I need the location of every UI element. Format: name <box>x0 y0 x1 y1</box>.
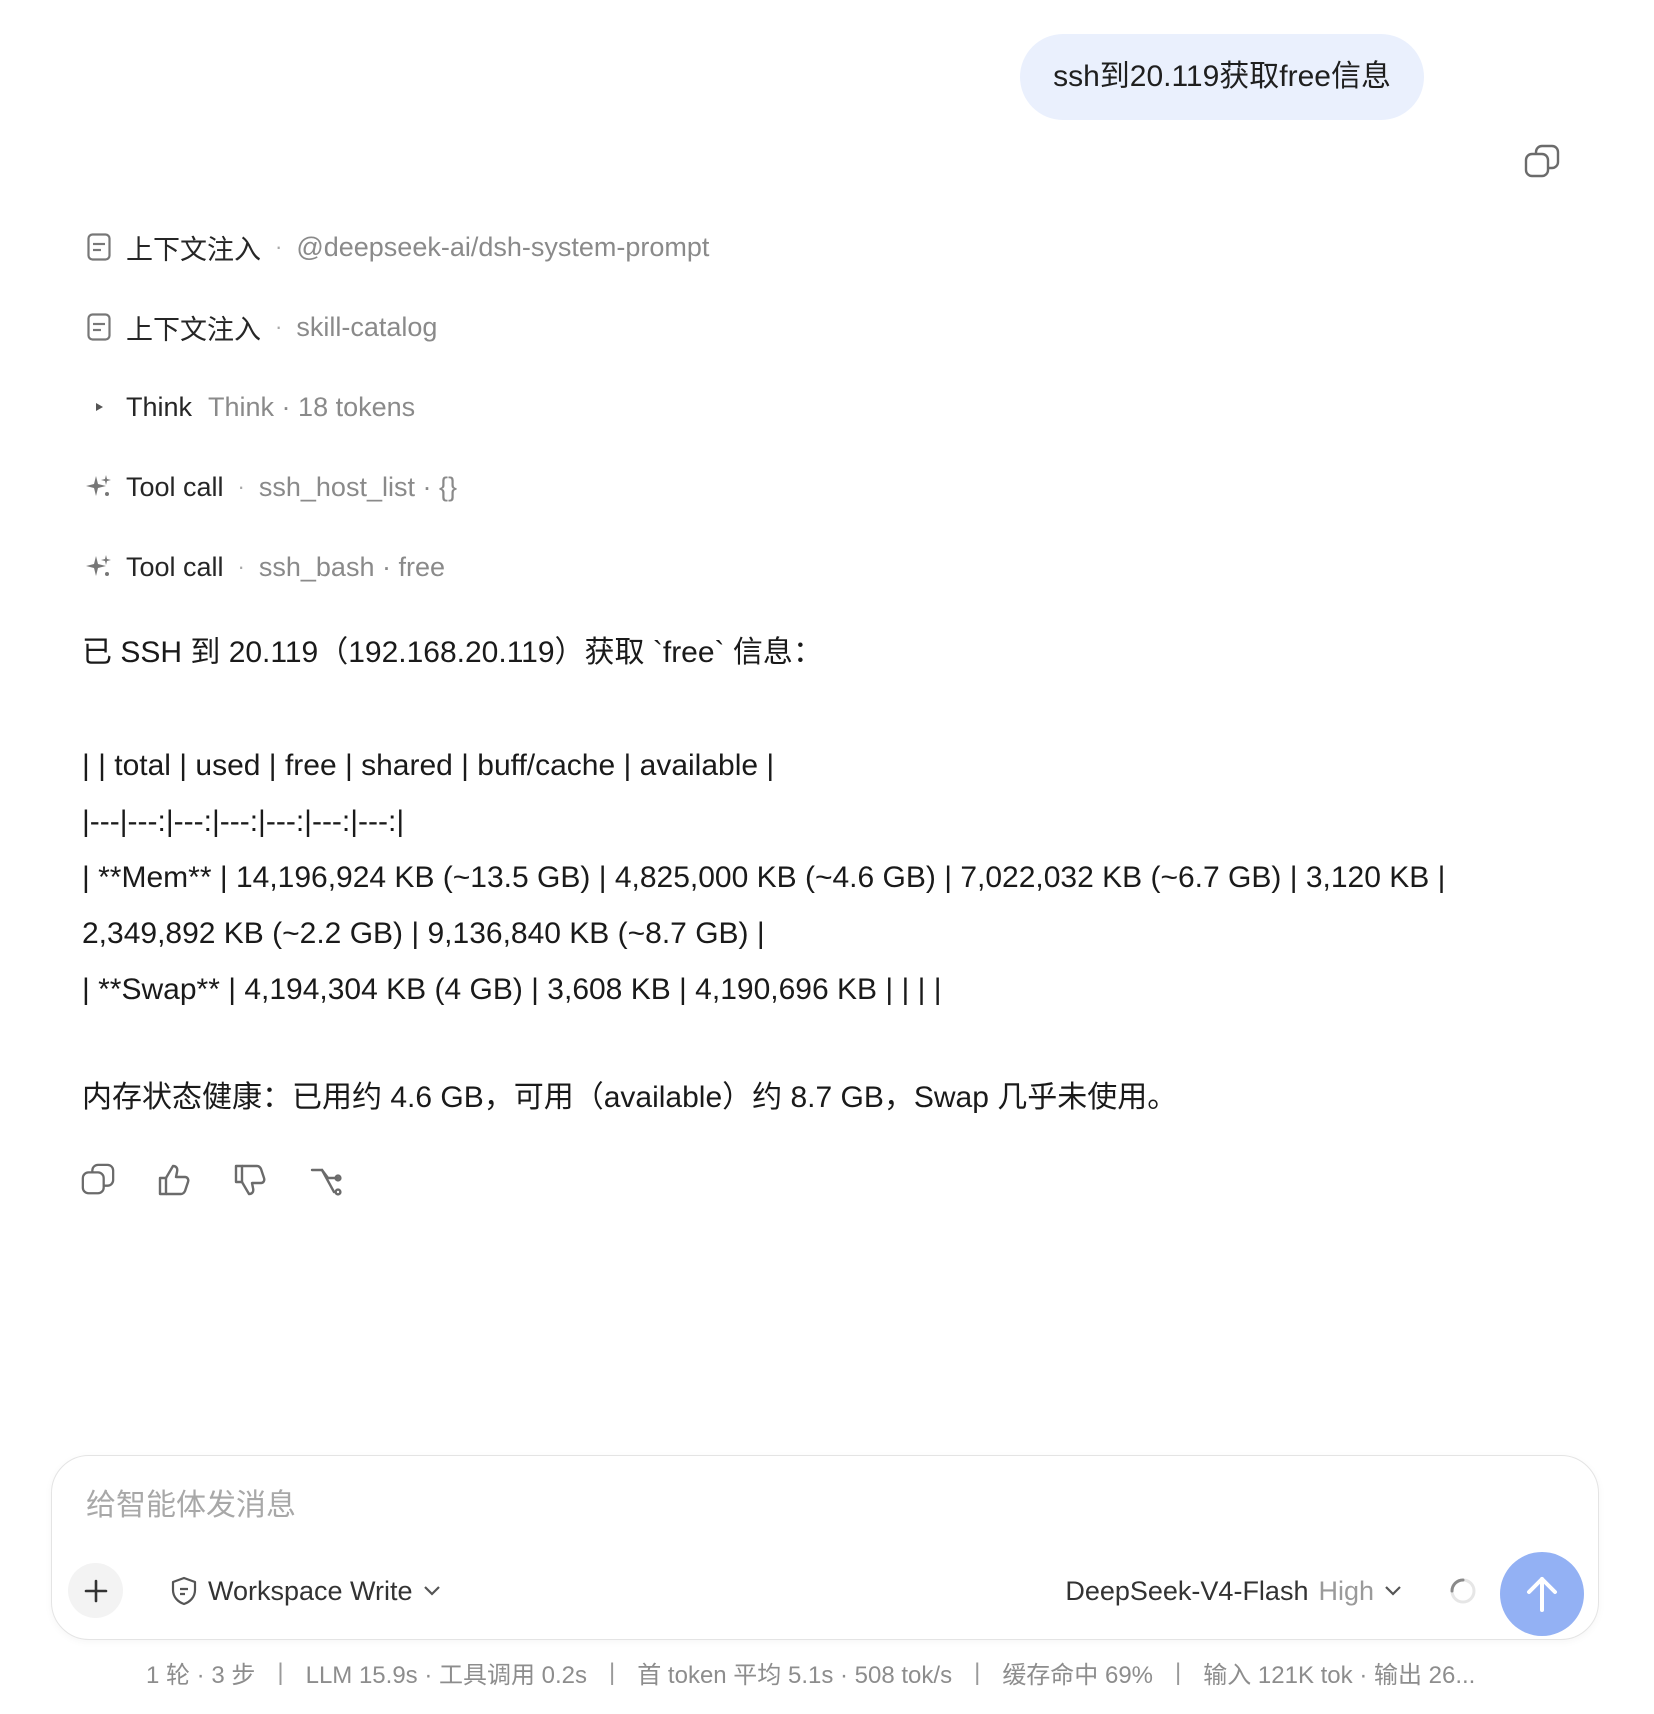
document-icon <box>84 312 114 342</box>
permission-mode-dropdown[interactable]: Workspace Write <box>170 1569 441 1613</box>
trace-detail: ssh_bash · free <box>258 551 445 582</box>
thumbs-up-icon <box>158 1164 190 1196</box>
sparkle-icon <box>84 552 114 582</box>
document-icon <box>84 232 114 262</box>
trace-separator-dot: · <box>237 554 245 579</box>
trace-detail: @deepseek-ai/dsh-system-prompt <box>296 231 710 262</box>
run-stats-bar: 1 轮 · 3 步 | LLM 15.9s · 工具调用 0.2s | 首 to… <box>146 1655 1475 1690</box>
trace-kind-label: 上下文注入 <box>126 234 261 265</box>
trace-detail: skill-catalog <box>296 311 438 342</box>
copy-icon <box>81 1163 115 1195</box>
permission-mode-label: Workspace Write <box>208 1575 413 1606</box>
stats-divider: | <box>1175 1658 1182 1686</box>
stats-token-io: 输入 121K tok · 输出 26... <box>1203 1662 1476 1689</box>
trace-kind-label: 上下文注入 <box>126 314 261 345</box>
trace-kind-label: Think <box>126 391 193 422</box>
table-line: | | total | used | free | shared | buff/… <box>82 749 775 782</box>
chevron-down-icon <box>1385 1586 1401 1596</box>
thumbs-up-button[interactable] <box>154 1160 194 1200</box>
shield-edit-icon <box>171 1576 197 1606</box>
assistant-answer-summary: 内存状态健康：已用约 4.6 GB，可用（available）约 8.7 GB，… <box>82 1072 1562 1116</box>
sparkle-icon <box>84 472 114 502</box>
copy-icon <box>1524 144 1560 178</box>
branch-button[interactable] <box>306 1160 346 1200</box>
stats-cache-hit: 缓存命中 69% <box>1002 1662 1154 1689</box>
arrow-up-icon <box>1527 1577 1557 1612</box>
trace-row-tool-call-host-list[interactable]: Tool call · ssh_host_list · {} <box>84 467 457 507</box>
stats-first-token: 首 token 平均 5.1s · 508 tok/s <box>637 1662 953 1689</box>
trace-separator-dot: · <box>237 474 245 499</box>
trace-separator-dot: · <box>275 314 283 339</box>
assistant-answer-table: | | total | used | free | shared | buff/… <box>82 738 1562 1018</box>
assistant-answer-intro: 已 SSH 到 20.119（192.168.20.119）获取 `free` … <box>82 627 1562 671</box>
branch-icon <box>310 1168 342 1196</box>
thumbs-down-button[interactable] <box>230 1160 270 1200</box>
answer-intro-text: 已 SSH 到 20.119（192.168.20.119）获取 `free` … <box>82 636 823 669</box>
copy-message-button[interactable] <box>1523 143 1561 181</box>
stats-divider: | <box>277 1658 284 1686</box>
add-attachment-button[interactable] <box>68 1563 123 1618</box>
send-button[interactable] <box>1500 1552 1584 1636</box>
copy-answer-button[interactable] <box>78 1160 118 1200</box>
message-input[interactable] <box>84 1480 1568 1532</box>
trace-detail: ssh_host_list · {} <box>258 471 457 502</box>
trace-kind-label: Tool call <box>126 551 224 582</box>
stats-divider: | <box>974 1658 981 1686</box>
table-line: |---|---:|---:|---:|---:|---:|---:| <box>82 805 405 838</box>
thumbs-down-icon <box>234 1164 266 1196</box>
stats-divider: | <box>609 1658 616 1686</box>
table-line: | **Swap** | 4,194,304 KB (4 GB) | 3,608… <box>82 973 942 1006</box>
model-name: DeepSeek-V4-Flash <box>1065 1575 1309 1606</box>
trace-row-think[interactable]: Think Think · 18 tokens <box>84 387 415 427</box>
stats-llm-time: LLM 15.9s · 工具调用 0.2s <box>305 1662 588 1689</box>
user-message-bubble: ssh到20.119获取free信息 <box>1020 34 1424 120</box>
trace-row-tool-call-bash[interactable]: Tool call · ssh_bash · free <box>84 547 445 587</box>
model-dropdown[interactable]: DeepSeek-V4-Flash High <box>1065 1569 1402 1613</box>
plus-icon <box>84 1579 107 1602</box>
table-line: 2,349,892 KB (~2.2 GB) | 9,136,840 KB (~… <box>82 917 765 950</box>
trace-separator-dot: · <box>275 234 283 259</box>
trace-row-context-system-prompt[interactable]: 上下文注入 · @deepseek-ai/dsh-system-prompt <box>84 227 709 267</box>
triangle-right-icon[interactable] <box>84 392 114 422</box>
stats-rounds: 1 轮 · 3 步 <box>146 1662 256 1689</box>
message-composer: Workspace Write DeepSeek-V4-Flash High <box>51 1455 1599 1640</box>
trace-detail: Think · 18 tokens <box>208 391 416 422</box>
model-effort: High <box>1318 1575 1374 1606</box>
loading-spinner-icon <box>1448 1576 1478 1606</box>
table-line: | **Mem** | 14,196,924 KB (~13.5 GB) | 4… <box>82 861 1446 894</box>
chevron-down-icon <box>423 1586 440 1596</box>
answer-summary-text: 内存状态健康：已用约 4.6 GB，可用（available）约 8.7 GB，… <box>82 1081 1178 1114</box>
answer-action-bar <box>78 1160 346 1200</box>
trace-row-context-skill-catalog[interactable]: 上下文注入 · skill-catalog <box>84 307 437 347</box>
trace-kind-label: Tool call <box>126 471 224 502</box>
